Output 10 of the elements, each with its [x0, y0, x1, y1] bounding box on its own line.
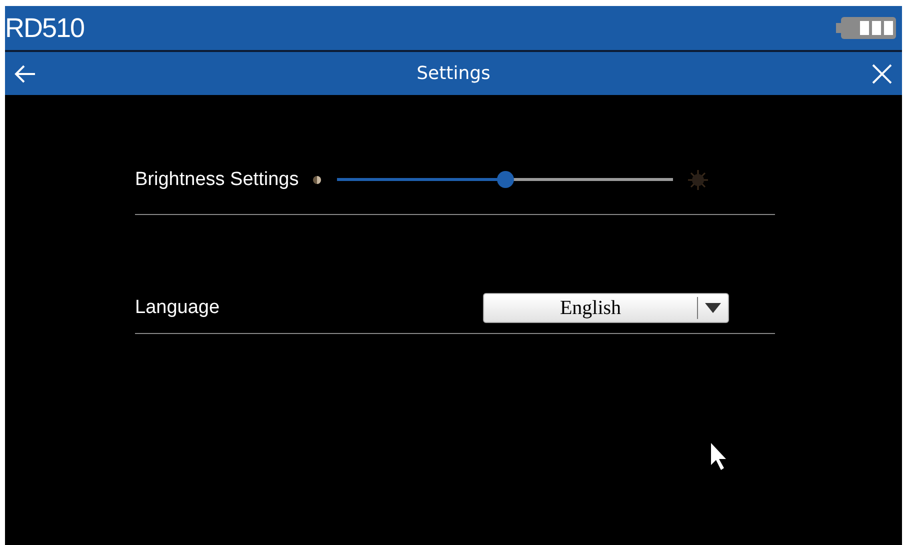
dim-sun-icon: [310, 174, 323, 186]
battery-icon: [836, 16, 896, 40]
caret-icon: [705, 303, 721, 313]
bright-sun-icon: [686, 168, 709, 190]
page-title: Settings: [416, 63, 490, 84]
device-name: RD510: [5, 12, 84, 44]
slider-thumb[interactable]: [496, 171, 514, 188]
language-label: Language: [135, 297, 220, 319]
brightness-label: Brightness Settings: [135, 168, 299, 190]
language-dropdown[interactable]: English: [483, 293, 729, 323]
